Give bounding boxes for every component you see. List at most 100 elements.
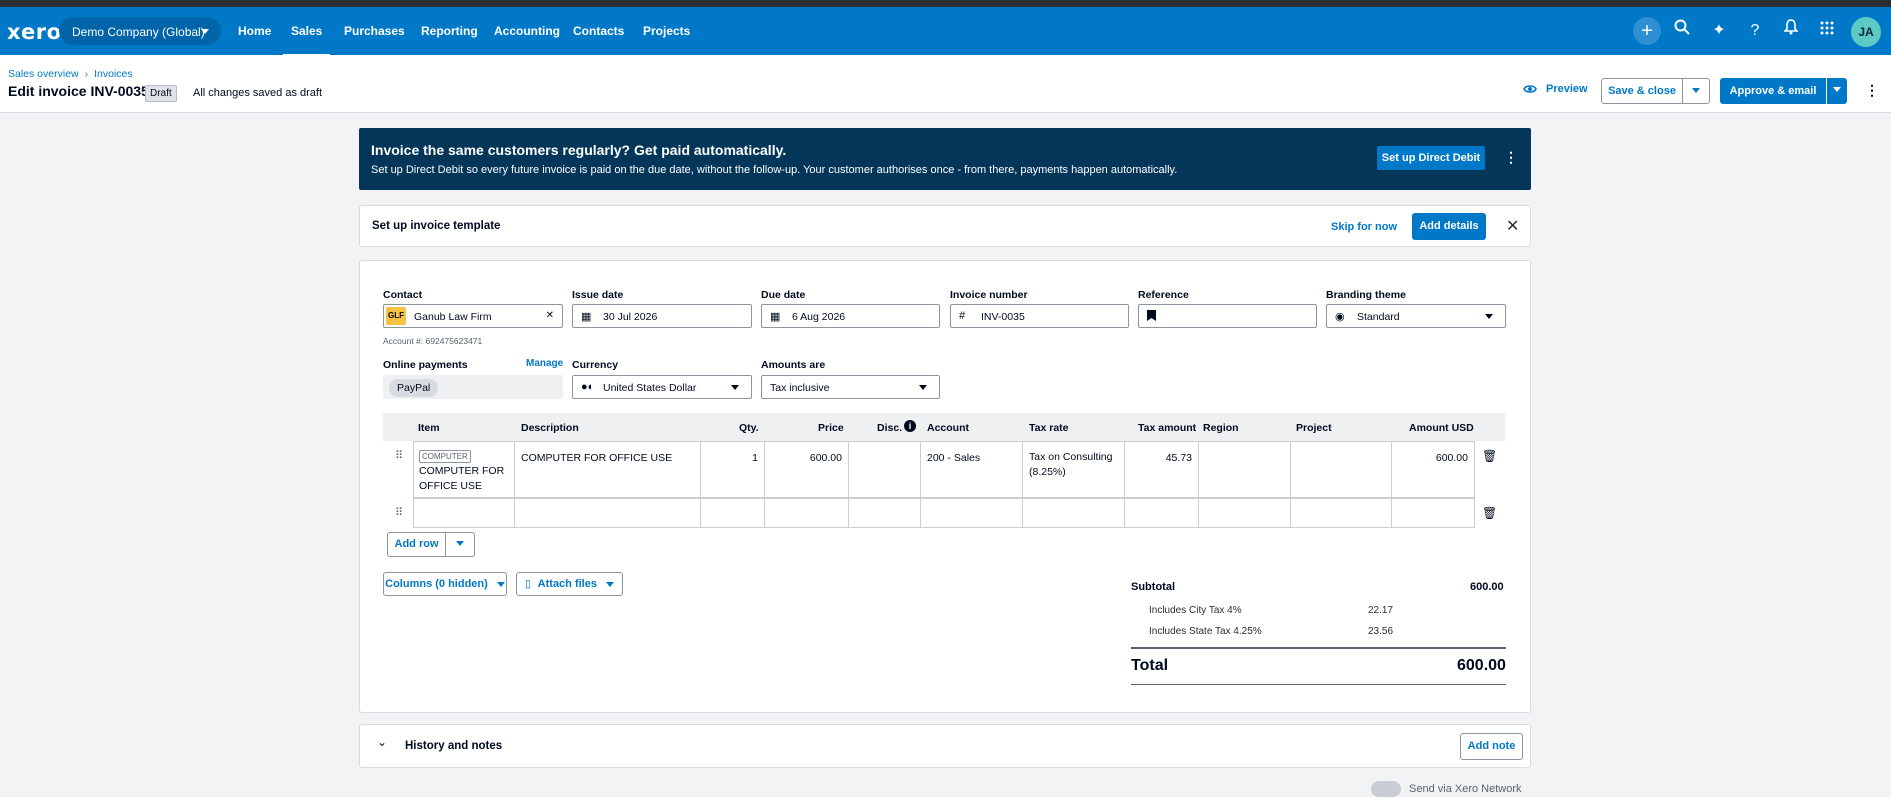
item-cell[interactable]: COMPUTER COMPUTER FOR OFFICE USE [413, 441, 515, 498]
contact-field[interactable]: GLF Ganub Law Firm ✕ [383, 304, 563, 328]
invoice-template-card: Set up invoice template Skip for now Add… [359, 205, 1531, 247]
description-cell[interactable]: COMPUTER FOR OFFICE USE [514, 441, 701, 498]
nav-purchases[interactable]: Purchases [344, 24, 405, 38]
price-cell[interactable]: 600.00 [764, 441, 849, 498]
col-tax-rate: Tax rate [1029, 422, 1069, 434]
manage-link[interactable]: Manage [526, 358, 563, 369]
drag-handle-icon[interactable]: ⠿ [395, 506, 403, 519]
xero-logo[interactable]: xero [7, 20, 62, 44]
attach-files-button[interactable]: ▯ Attach files [516, 572, 623, 596]
tax-amount-cell[interactable]: 45.73 [1124, 441, 1199, 498]
approve-options-button[interactable] [1827, 78, 1847, 104]
skip-for-now-link[interactable]: Skip for now [1331, 221, 1397, 233]
delete-row-icon[interactable]: 🗑 [1482, 449, 1497, 463]
account-cell-empty[interactable] [920, 498, 1023, 528]
amount-cell-empty[interactable] [1391, 498, 1475, 528]
project-cell-empty[interactable] [1290, 498, 1392, 528]
region-cell-empty[interactable] [1198, 498, 1291, 528]
approve-email-button[interactable]: Approve & email [1720, 78, 1826, 104]
account-value: 200 - Sales [927, 452, 981, 464]
disc-cell-empty[interactable] [848, 498, 921, 528]
price-value: 600.00 [809, 452, 842, 464]
bell-icon[interactable] [1779, 19, 1803, 43]
invoice-number-field[interactable]: # INV-0035 [950, 304, 1129, 328]
plus-icon[interactable]: + [1635, 19, 1659, 43]
account-cell[interactable]: 200 - Sales [920, 441, 1023, 498]
nav-contacts[interactable]: Contacts [573, 24, 624, 38]
setup-direct-debit-button[interactable]: Set up Direct Debit [1377, 146, 1485, 170]
issue-date-field[interactable]: ▦ 30 Jul 2026 [572, 304, 752, 328]
search-icon[interactable] [1670, 19, 1694, 43]
help-icon[interactable]: ? [1743, 19, 1767, 43]
item-code-tag: COMPUTER [419, 450, 471, 463]
calendar-icon: ▦ [581, 311, 592, 323]
close-icon[interactable]: ✕ [1506, 216, 1519, 236]
breadcrumb-sales-overview[interactable]: Sales overview [8, 68, 79, 80]
amounts-are-label: Amounts are [761, 359, 826, 371]
avatar[interactable]: JA [1851, 17, 1881, 47]
reference-field[interactable] [1138, 304, 1317, 328]
project-cell[interactable] [1290, 441, 1392, 498]
xero-network-toggle[interactable] [1371, 781, 1401, 797]
drag-handle-icon[interactable]: ⠿ [395, 449, 403, 462]
breadcrumb-invoices[interactable]: Invoices [94, 68, 133, 80]
apps-grid-icon[interactable] [1815, 19, 1839, 43]
sparkle-icon[interactable]: ✦ [1707, 19, 1731, 43]
contact-avatar: GLF [386, 307, 406, 325]
organisation-switcher[interactable]: Demo Company (Global) [59, 17, 221, 45]
region-cell[interactable] [1198, 441, 1291, 498]
columns-button[interactable]: Columns (0 hidden) [383, 572, 507, 596]
tax-amount-cell-empty[interactable] [1124, 498, 1199, 528]
history-notes-card[interactable]: ⌄ History and notes Add note [359, 724, 1531, 768]
branding-theme-select[interactable]: ◉ Standard [1326, 304, 1506, 328]
page-header: Sales overview › Invoices Edit invoice INV… [0, 55, 1891, 113]
add-row-options-button[interactable] [445, 532, 475, 557]
hash-icon: # [959, 310, 966, 322]
nav-projects[interactable]: Projects [643, 24, 690, 38]
save-close-button[interactable]: Save & close [1601, 78, 1683, 104]
qty-cell[interactable]: 1 [700, 441, 765, 498]
xero-network-label: Send via Xero Network [1409, 783, 1522, 795]
issue-date-label: Issue date [572, 289, 624, 301]
nav-sales[interactable]: Sales [282, 24, 331, 57]
tax-rate-cell-empty[interactable] [1022, 498, 1125, 528]
chevron-down-icon [731, 385, 739, 390]
tax-rate-cell[interactable]: Tax on Consulting (8.25%) [1022, 441, 1125, 498]
delete-row-icon[interactable]: 🗑 [1482, 506, 1497, 520]
save-options-button[interactable] [1682, 78, 1710, 104]
item-cell-empty[interactable] [413, 498, 515, 528]
col-disc: Disc. [877, 422, 903, 434]
payment-methods: PayPal [383, 375, 563, 399]
invoice-number-value: INV-0035 [981, 311, 1025, 323]
chevron-down-icon[interactable]: ⌄ [377, 735, 387, 749]
nav-home[interactable]: Home [238, 24, 271, 38]
due-date-field[interactable]: ▦ 6 Aug 2026 [761, 304, 940, 328]
qty-cell-empty[interactable] [700, 498, 765, 528]
paypal-chip[interactable]: PayPal [389, 379, 439, 397]
organisation-name: Demo Company (Global) [72, 25, 205, 39]
more-options-icon[interactable]: ⋮ [1865, 82, 1879, 99]
amount-cell[interactable]: 600.00 [1391, 441, 1475, 498]
preview-button[interactable]: Preview [1546, 83, 1588, 95]
col-description: Description [521, 422, 579, 434]
clear-icon[interactable]: ✕ [546, 310, 554, 321]
info-icon[interactable]: i [904, 420, 916, 432]
banner-body: Set up Direct Debit so every future invo… [371, 164, 1178, 176]
price-cell-empty[interactable] [764, 498, 849, 528]
disc-cell[interactable] [848, 441, 921, 498]
nav-accounting[interactable]: Accounting [494, 24, 560, 38]
chevron-down-icon [456, 541, 464, 546]
due-date-label: Due date [761, 289, 806, 301]
chevron-right-icon: › [84, 68, 89, 80]
amounts-are-select[interactable]: Tax inclusive [761, 375, 940, 399]
description-cell-empty[interactable] [514, 498, 701, 528]
add-details-button[interactable]: Add details [1412, 213, 1486, 240]
banner-more-icon[interactable]: ⋮ [1504, 149, 1518, 166]
currency-select[interactable]: ●◐ United States Dollar [572, 375, 752, 399]
add-note-button[interactable]: Add note [1460, 733, 1523, 760]
reference-label: Reference [1138, 289, 1189, 301]
add-row-button[interactable]: Add row [387, 532, 446, 557]
col-region: Region [1203, 422, 1239, 434]
invoice-number-label: Invoice number [950, 289, 1028, 301]
nav-reporting[interactable]: Reporting [421, 24, 478, 38]
